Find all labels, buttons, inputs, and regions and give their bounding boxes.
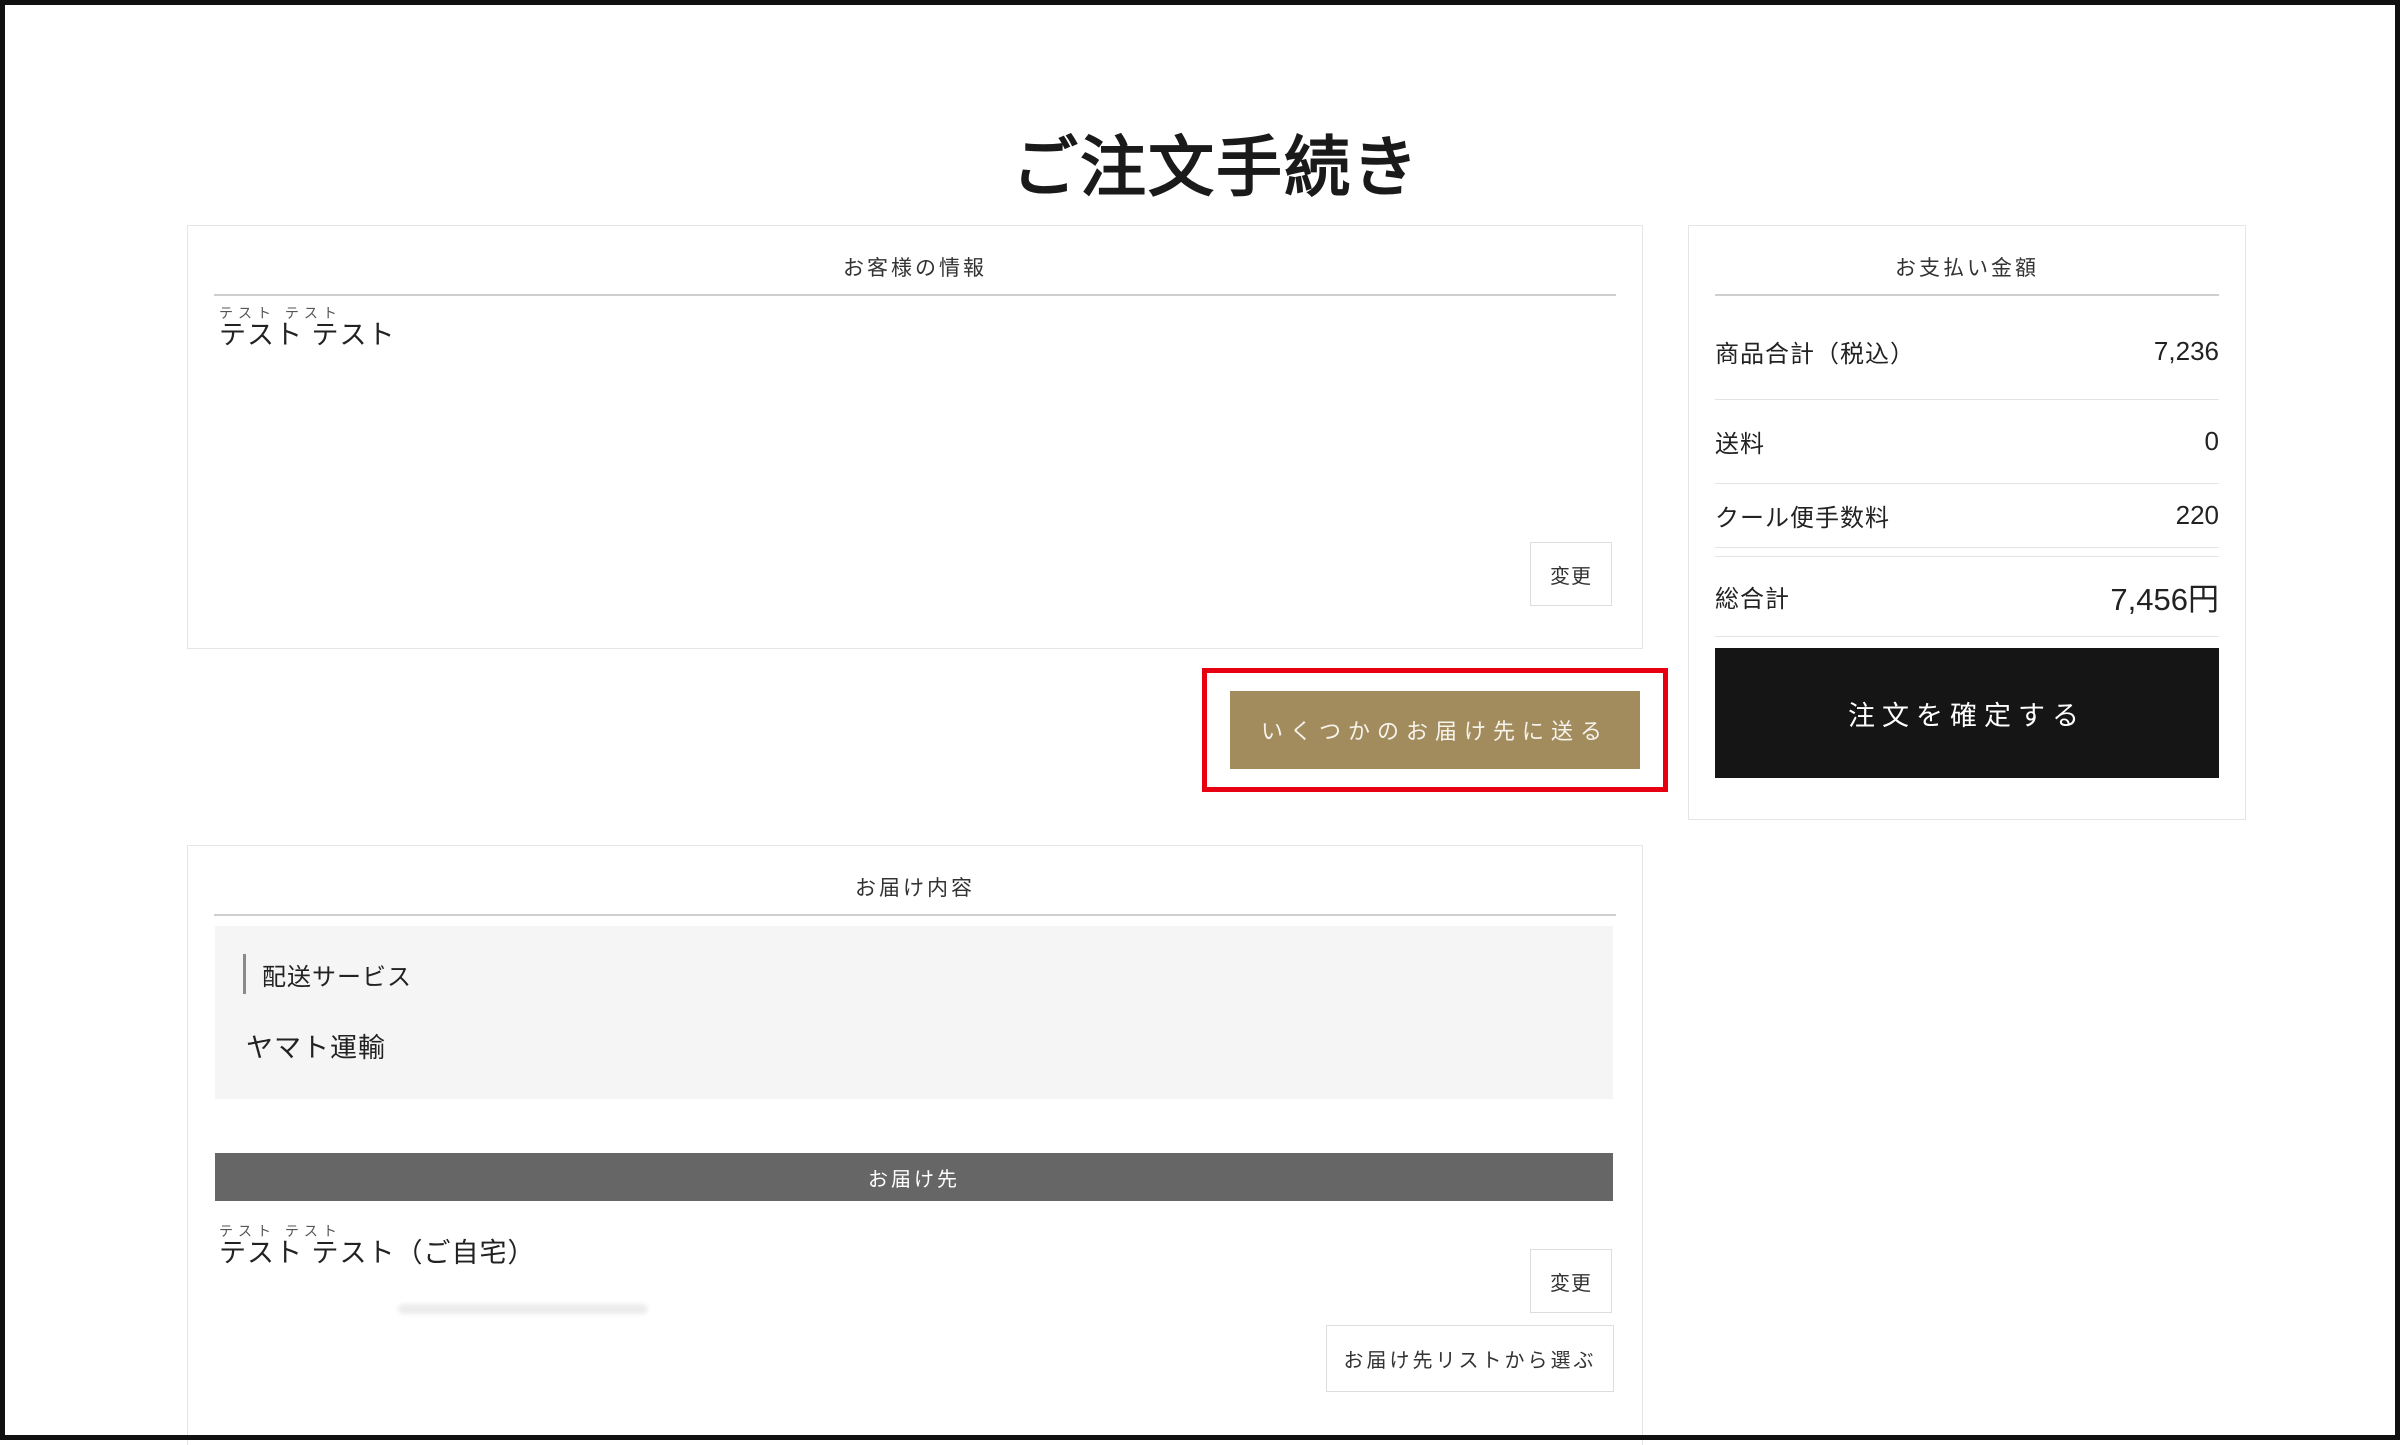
delivery-contents-panel: お届け内容 配送サービス ヤマト運輸 お届け先 テスト テスト テスト テスト（…: [187, 845, 1643, 1445]
subtotal-value: 7,236: [2154, 336, 2219, 367]
payment-row-cool-fee: クール便手数料 220: [1715, 484, 2219, 548]
change-customer-button[interactable]: 変更: [1530, 542, 1612, 606]
header-divider: [214, 914, 1616, 916]
customer-name: テスト テスト: [219, 320, 396, 351]
redacted-address-text: [398, 1304, 648, 1314]
header-divider: [214, 294, 1616, 296]
customer-info-panel: お客様の情報 テスト テスト テスト テスト 変更: [187, 225, 1643, 649]
page-title: ご注文手続き: [0, 114, 2400, 210]
cool-fee-value: 220: [2176, 500, 2219, 531]
customer-name-block: テスト テスト テスト テスト: [219, 306, 396, 351]
send-to-multiple-addresses-button[interactable]: いくつかのお届け先に送る: [1230, 691, 1640, 769]
payment-row-shipping: 送料 0: [1715, 400, 2219, 484]
payment-summary-panel: お支払い金額 商品合計（税込） 7,236 送料 0 クール便手数料 220 総…: [1688, 225, 2246, 820]
customer-furigana: テスト テスト: [219, 306, 396, 320]
cool-fee-label: クール便手数料: [1715, 498, 1890, 533]
subtotal-label: 商品合計（税込）: [1715, 334, 1915, 369]
divider: [1715, 548, 2219, 557]
delivery-service-label: 配送サービス: [262, 957, 412, 992]
customer-panel-header: お客様の情報: [188, 252, 1642, 282]
payment-rows: 商品合計（税込） 7,236 送料 0 クール便手数料 220 総合計 7,45…: [1715, 296, 2219, 637]
payment-panel-header: お支払い金額: [1689, 252, 2245, 282]
destination-header-bar: お届け先: [215, 1153, 1613, 1201]
payment-row-subtotal: 商品合計（税込） 7,236: [1715, 296, 2219, 400]
change-destination-button[interactable]: 変更: [1530, 1249, 1612, 1313]
destination-name: テスト テスト（ご自宅）: [219, 1238, 536, 1269]
confirm-order-button[interactable]: 注文を確定する: [1715, 648, 2219, 778]
red-highlight-box: いくつかのお届け先に送る: [1202, 668, 1668, 792]
delivery-service-label-row: 配送サービス: [243, 954, 412, 994]
shipping-value: 0: [2205, 426, 2219, 457]
delivery-service-value: ヤマト運輸: [246, 1026, 386, 1065]
total-label: 総合計: [1715, 579, 1790, 614]
accent-bar: [243, 954, 246, 994]
delivery-panel-header: お届け内容: [188, 872, 1642, 902]
destination-furigana: テスト テスト: [219, 1224, 536, 1238]
choose-from-address-list-button[interactable]: お届け先リストから選ぶ: [1326, 1325, 1614, 1392]
total-value: 7,456円: [2110, 574, 2219, 619]
destination-name-block: テスト テスト テスト テスト（ご自宅）: [219, 1224, 536, 1269]
shipping-label: 送料: [1715, 424, 1765, 459]
delivery-service-box: 配送サービス ヤマト運輸: [215, 926, 1613, 1099]
payment-row-total: 総合計 7,456円: [1715, 557, 2219, 637]
